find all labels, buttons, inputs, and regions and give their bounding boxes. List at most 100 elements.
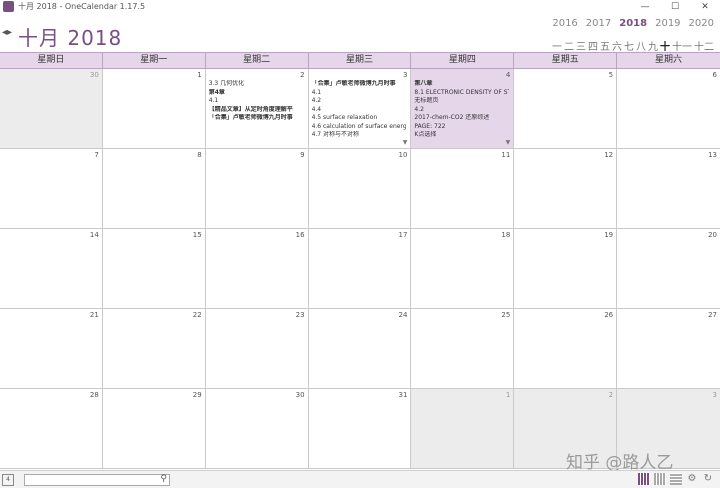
event-item[interactable]: 4.1 — [312, 89, 407, 98]
day-cell[interactable]: 13 — [617, 149, 720, 229]
day-cell[interactable]: 7 — [0, 149, 103, 229]
month-item[interactable]: 十一 — [672, 38, 692, 53]
year-item[interactable]: 2018 — [619, 18, 647, 29]
year-item[interactable]: 2020 — [689, 18, 714, 29]
event-item[interactable]: 【精品文章】从定时角度理解平 — [209, 106, 304, 115]
title-bar: 十月 2018 - OneCalendar 1.17.5 — ☐ ✕ — [0, 0, 720, 14]
day-number: 26 — [604, 311, 614, 319]
week-view-icon[interactable] — [654, 473, 666, 485]
day-number: 22 — [192, 311, 202, 319]
day-number: 8 — [197, 151, 202, 159]
day-cell[interactable]: 16 — [205, 229, 309, 309]
more-events-icon[interactable]: ▼ — [403, 139, 408, 146]
day-cell[interactable]: 12 — [514, 149, 618, 229]
event-item[interactable]: 4.5 surface relaxation — [312, 114, 407, 123]
event-item[interactable]: 4.2 — [312, 97, 407, 106]
day-number: 30 — [295, 391, 305, 399]
year-item[interactable]: 2016 — [552, 18, 577, 29]
day-cell[interactable]: 25 — [411, 309, 515, 389]
month-item[interactable]: 十二 — [694, 38, 714, 53]
month-item[interactable]: 一 — [552, 38, 562, 53]
day-cell[interactable]: 3 「合集」卢敏老师微博九月时事 4.1 4.2 4.4 4.5 surface rela… — [308, 69, 412, 149]
day-cell[interactable]: 31 — [308, 389, 412, 469]
more-events-icon[interactable]: ▼ — [506, 139, 511, 146]
day-cell[interactable]: 11 — [411, 149, 515, 229]
month-item[interactable]: 十 — [660, 38, 670, 53]
day-cell[interactable]: 19 — [514, 229, 618, 309]
month-item[interactable]: 七 — [624, 38, 634, 53]
day-cell[interactable]: 15 — [102, 229, 206, 309]
day-cell[interactable]: 21 — [0, 309, 103, 389]
day-cell[interactable]: 2 3.3 几何优化 第4章 4.1 【精品文章】从定时角度理解平 「合集」卢敏老师微博九… — [205, 69, 309, 149]
event-item[interactable]: 第4章 — [209, 89, 304, 98]
sync-icon[interactable]: ↻ — [702, 473, 714, 485]
day-cell[interactable]: 30 — [0, 69, 103, 149]
year-item[interactable]: 2019 — [655, 18, 680, 29]
day-cell[interactable]: 4 第八章 8.1 ELECTRONIC DENSITY OF STAT 无标题页 4.… — [411, 69, 515, 149]
day-cell[interactable]: 10 — [308, 149, 412, 229]
maximize-button[interactable]: ☐ — [660, 0, 690, 14]
day-number: 12 — [604, 151, 614, 159]
day-cell[interactable]: 29 — [102, 389, 206, 469]
list-view-icon[interactable] — [670, 473, 682, 485]
day-cell[interactable]: 24 — [308, 309, 412, 389]
day-cell[interactable]: 17 — [308, 229, 412, 309]
day-number: 3 — [712, 391, 717, 399]
minimize-button[interactable]: — — [630, 0, 660, 14]
calendar-grid: 星期日 星期一 星期二 星期三 星期四 星期五 星期六 30 1 2 3.3 几何优化 第4章 4.1… — [0, 52, 720, 469]
event-item[interactable]: 4.7 对称与不对称 — [312, 131, 407, 140]
day-cell[interactable]: 23 — [205, 309, 309, 389]
event-item[interactable]: 2017-chem-CO2 还原综述 — [414, 114, 509, 123]
day-cell[interactable]: 28 — [0, 389, 103, 469]
month-item[interactable]: 八 — [636, 38, 646, 53]
day-cell[interactable]: 30 — [205, 389, 309, 469]
today-icon[interactable]: 4 — [2, 474, 14, 486]
nav-arrows-icon[interactable]: ◂▸ — [2, 27, 12, 38]
event-item[interactable]: 无标题页 — [414, 97, 509, 106]
day-cell[interactable]: 20 — [617, 229, 720, 309]
day-cell[interactable]: 26 — [514, 309, 618, 389]
event-item[interactable]: 4.4 — [312, 106, 407, 115]
day-number: 2 — [300, 71, 305, 79]
event-item[interactable]: K点选择 — [414, 131, 509, 140]
event-item[interactable]: 8.1 ELECTRONIC DENSITY OF STAT — [414, 89, 509, 98]
day-number: 18 — [501, 231, 511, 239]
month-item[interactable]: 三 — [576, 38, 586, 53]
day-cell[interactable]: 5 — [514, 69, 618, 149]
day-number: 29 — [192, 391, 202, 399]
month-item[interactable]: 六 — [612, 38, 622, 53]
event-item[interactable]: 4.1 — [209, 97, 304, 106]
event-list: 第八章 8.1 ELECTRONIC DENSITY OF STAT 无标题页 4.2… — [414, 80, 509, 140]
event-item[interactable]: PAGE: 722 — [414, 123, 509, 132]
day-number: 9 — [300, 151, 305, 159]
event-item[interactable]: 「合集」卢敏老师微博九月时事 — [209, 114, 304, 123]
day-number: 13 — [708, 151, 717, 159]
event-item[interactable]: 3.3 几何优化 — [209, 80, 304, 89]
search-icon[interactable]: ⚲ — [160, 474, 167, 484]
event-item[interactable]: 4.6 calculation of surface energ — [312, 123, 407, 132]
event-item[interactable]: 「合集」卢敏老师微博九月时事 — [312, 80, 407, 89]
month-weeks: 30 1 2 3.3 几何优化 第4章 4.1 【精品文章】从定时角度理解平 「合集」卢敏老师… — [0, 69, 720, 469]
month-item[interactable]: 五 — [600, 38, 610, 53]
close-button[interactable]: ✕ — [690, 0, 720, 14]
day-number: 20 — [708, 231, 717, 239]
day-cell[interactable]: 18 — [411, 229, 515, 309]
month-item[interactable]: 二 — [564, 38, 574, 53]
month-item[interactable]: 九 — [648, 38, 658, 53]
settings-icon[interactable]: ⚙ — [686, 473, 698, 485]
day-cell[interactable]: 1 — [411, 389, 515, 469]
day-cell[interactable]: 6 — [617, 69, 720, 149]
event-item[interactable]: 4.2 — [414, 106, 509, 115]
day-cell[interactable]: 27 — [617, 309, 720, 389]
search-input[interactable]: ⚲ — [24, 474, 170, 486]
event-item[interactable]: 第八章 — [414, 80, 509, 89]
month-view-icon[interactable] — [638, 473, 650, 485]
month-item[interactable]: 四 — [588, 38, 598, 53]
day-cell[interactable]: 1 — [102, 69, 206, 149]
year-item[interactable]: 2017 — [586, 18, 611, 29]
day-cell[interactable]: 22 — [102, 309, 206, 389]
day-cell[interactable]: 14 — [0, 229, 103, 309]
weekday-header: 星期日 星期一 星期二 星期三 星期四 星期五 星期六 — [0, 52, 720, 69]
day-cell[interactable]: 8 — [102, 149, 206, 229]
day-cell[interactable]: 9 — [205, 149, 309, 229]
